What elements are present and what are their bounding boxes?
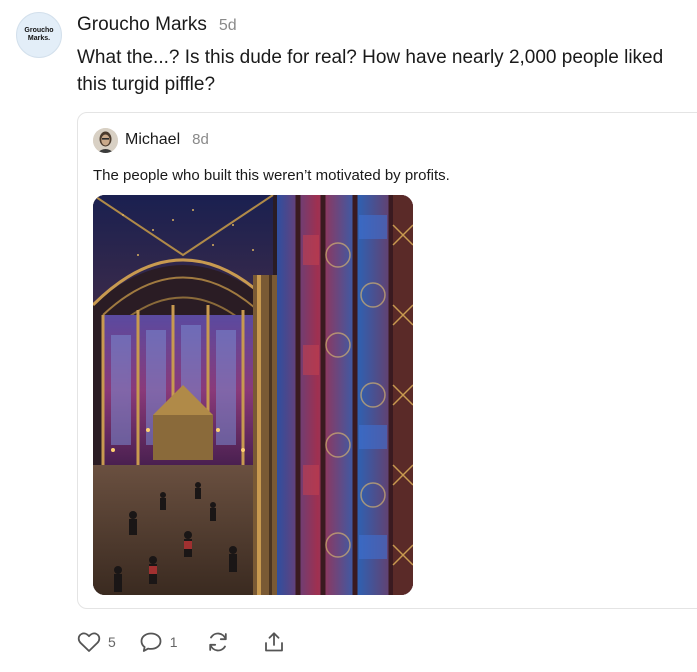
quoted-post-card[interactable]: Michael 8d The people who built this wer… — [77, 112, 697, 609]
quoted-post-header: Michael 8d — [125, 131, 209, 149]
reply-count: 1 — [169, 634, 178, 650]
share-icon — [262, 631, 286, 653]
commenter-avatar[interactable]: Groucho Marks. — [16, 12, 62, 58]
reply-button[interactable]: 1 — [139, 631, 178, 653]
like-count: 5 — [108, 634, 116, 650]
comment-text: What the...? Is this dude for real? How … — [77, 47, 664, 95]
like-button[interactable]: 5 — [77, 631, 116, 653]
comment-actions: 5 1 — [77, 628, 286, 656]
share-button[interactable] — [262, 631, 286, 653]
comment-author[interactable]: Groucho Marks — [77, 14, 207, 36]
restack-button[interactable] — [206, 631, 230, 653]
quoted-author[interactable]: Michael — [125, 131, 180, 149]
comment-header: Groucho Marks 5d — [77, 14, 237, 40]
avatar-logo-line2: Marks. — [27, 35, 51, 42]
quoted-author-avatar[interactable] — [93, 128, 118, 153]
heart-icon — [77, 631, 101, 653]
avatar-logo-line1: Groucho — [24, 27, 54, 34]
quoted-timestamp[interactable]: 8d — [192, 131, 209, 148]
quoted-post-text: The people who built this weren’t motiva… — [93, 167, 450, 184]
comment-icon — [139, 631, 163, 653]
comment-timestamp[interactable]: 5d — [219, 17, 237, 35]
restack-icon — [206, 631, 230, 653]
quoted-post-image[interactable] — [93, 195, 413, 595]
